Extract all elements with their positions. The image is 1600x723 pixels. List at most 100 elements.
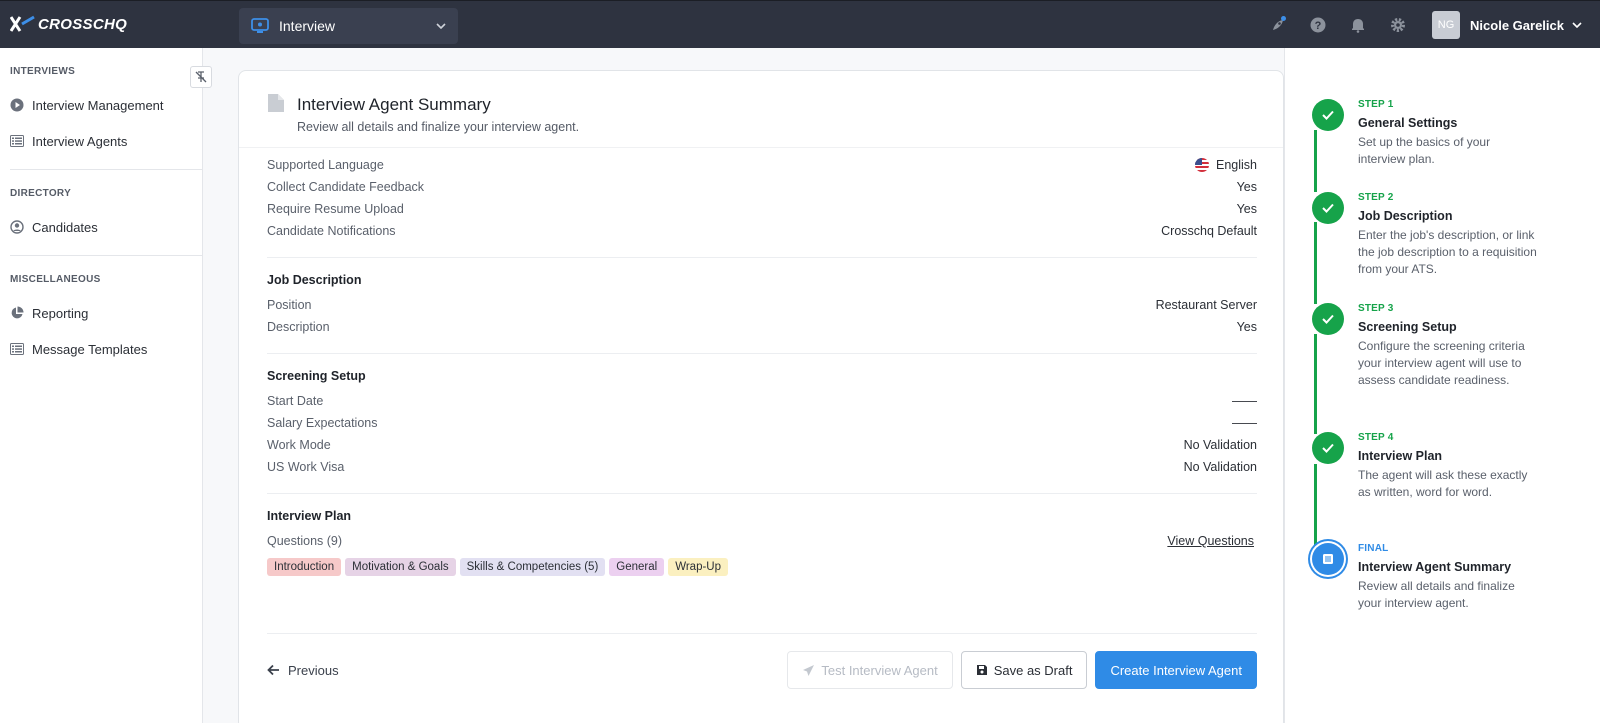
summary-card: Interview Agent Summary Review all detai… [238,70,1284,723]
step-tag: STEP 2 [1358,192,1394,203]
save-as-draft-button[interactable]: Save as Draft [960,651,1088,689]
sidebar-heading-interviews: INTERVIEWS [10,66,76,77]
bell-icon [1352,19,1365,33]
step-4[interactable]: STEP 4 Interview Plan The agent will ask… [1312,432,1572,501]
step-tag: STEP 4 [1358,432,1394,443]
view-questions-link[interactable]: View Questions [1167,534,1254,548]
section-divider [267,257,1257,258]
sidebar-item-candidates[interactable]: Candidates [10,209,192,245]
create-label: Create Interview Agent [1110,662,1242,678]
rocket-button[interactable] [1258,1,1298,49]
sidebar-item-interview-management[interactable]: Interview Management [10,87,192,123]
row-value: Crosschq Default [1161,224,1257,238]
row-label: Collect Candidate Feedback [267,180,425,194]
step-name: Screening Setup [1358,320,1457,334]
sidebar-item-message-templates[interactable]: Message Templates [10,331,192,367]
interview-plan-section: Interview Plan Questions (9) View Questi… [267,504,1257,576]
step-name: General Settings [1358,116,1458,130]
collapse-sidebar-button[interactable] [190,66,212,88]
previous-label: Previous [288,662,339,678]
row-value: —— [1232,416,1257,430]
row-value: English [1216,158,1257,172]
sidebar-divider [10,169,202,170]
row-value: Yes [1236,202,1257,216]
summary-row: Work Mode No Validation [267,434,1257,456]
sidebar-item-reporting[interactable]: Reporting [10,295,192,331]
step-1[interactable]: STEP 1 General Settings Set up the basic… [1312,99,1572,168]
app-selector[interactable]: Interview [239,8,458,44]
row-label: Work Mode [267,438,331,452]
send-icon [803,664,815,676]
sidebar-item-label: Interview Agents [32,133,128,149]
question-category-tags: Introduction Motivation & Goals Skills &… [267,558,1257,576]
test-interview-agent-button[interactable]: Test Interview Agent [787,651,953,689]
draft-label: Save as Draft [993,662,1073,678]
step-connector [1314,130,1317,192]
step-tag: STEP 3 [1358,303,1394,314]
tag-wrap-up: Wrap-Up [668,558,729,576]
help-button[interactable]: ? [1298,1,1338,49]
row-value: No Validation [1183,438,1257,452]
step-description: Enter the job's description, or link the… [1358,228,1537,276]
step-3[interactable]: STEP 3 Screening Setup Configure the scr… [1312,303,1572,389]
section-title: Interview Plan [267,509,352,523]
gear-icon [1391,18,1406,32]
check-icon [1312,192,1344,224]
step-tag: FINAL [1358,543,1389,554]
summary-row: Position Restaurant Server [267,294,1257,316]
summary-row: Start Date —— [267,390,1257,412]
step-final[interactable]: FINAL Interview Agent Summary Review all… [1312,543,1572,612]
sidebar-item-label: Message Templates [32,341,148,357]
crosschq-logo[interactable]: CROSSCHQ [10,15,127,33]
row-value: No Validation [1183,460,1257,474]
general-settings-section: Supported Language English Collect Candi… [267,154,1257,242]
sidebar-item-label: Interview Management [32,97,164,113]
header-divider [239,147,1283,148]
monitor-icon [251,18,269,33]
section-divider [267,353,1257,354]
document-icon [268,94,284,112]
tag-general: General [609,558,665,576]
sidebar: INTERVIEWS Interview Management Intervie… [0,48,212,723]
questions-count: Questions (9) [267,534,343,548]
previous-button[interactable]: Previous [267,663,339,678]
sidebar-heading-directory: DIRECTORY [10,188,72,199]
user-name: Nicole Garelick [1470,17,1564,33]
step-connector [1314,464,1317,546]
step-description: The agent will ask these exactly as writ… [1358,468,1528,499]
test-label: Test Interview Agent [821,662,938,678]
step-name: Interview Agent Summary [1358,560,1512,574]
settings-button[interactable] [1378,1,1418,49]
help-icon: ? [1310,17,1326,33]
footer-actions: Previous Test Interview Agent Save as Dr… [267,646,1257,694]
step-tag: STEP 1 [1358,99,1394,110]
save-icon [976,665,987,675]
step-name: Interview Plan [1358,449,1443,463]
svg-text:?: ? [1315,20,1322,32]
user-menu[interactable]: NG Nicole Garelick [1432,11,1582,39]
row-label: Require Resume Upload [267,202,404,216]
step-2[interactable]: STEP 2 Job Description Enter the job's d… [1312,192,1572,278]
job-description-section: Job Description Position Restaurant Serv… [267,268,1257,338]
notifications-button[interactable] [1338,1,1378,49]
sidebar-divider [10,255,202,256]
user-circle-icon [10,220,24,234]
step-connector [1314,222,1317,304]
logo-text: CROSSCHQ [38,15,128,33]
check-icon [1312,303,1344,335]
row-label: Start Date [267,394,324,408]
sidebar-item-interview-agents[interactable]: Interview Agents [10,123,192,159]
row-label: Supported Language [267,158,384,172]
step-name: Job Description [1358,209,1453,223]
summary-icon [1312,543,1344,575]
step-description: Review all details and finalize your int… [1358,579,1515,610]
summary-row: Require Resume Upload Yes [267,198,1257,220]
tag-introduction: Introduction [267,558,342,576]
page-title: Interview Agent Summary [297,95,491,114]
list-icon [10,342,24,356]
create-interview-agent-button[interactable]: Create Interview Agent [1095,651,1257,689]
us-flag-icon [1195,158,1209,172]
step-connector [1314,334,1317,434]
row-label: US Work Visa [267,460,345,474]
row-value: Yes [1236,180,1257,194]
